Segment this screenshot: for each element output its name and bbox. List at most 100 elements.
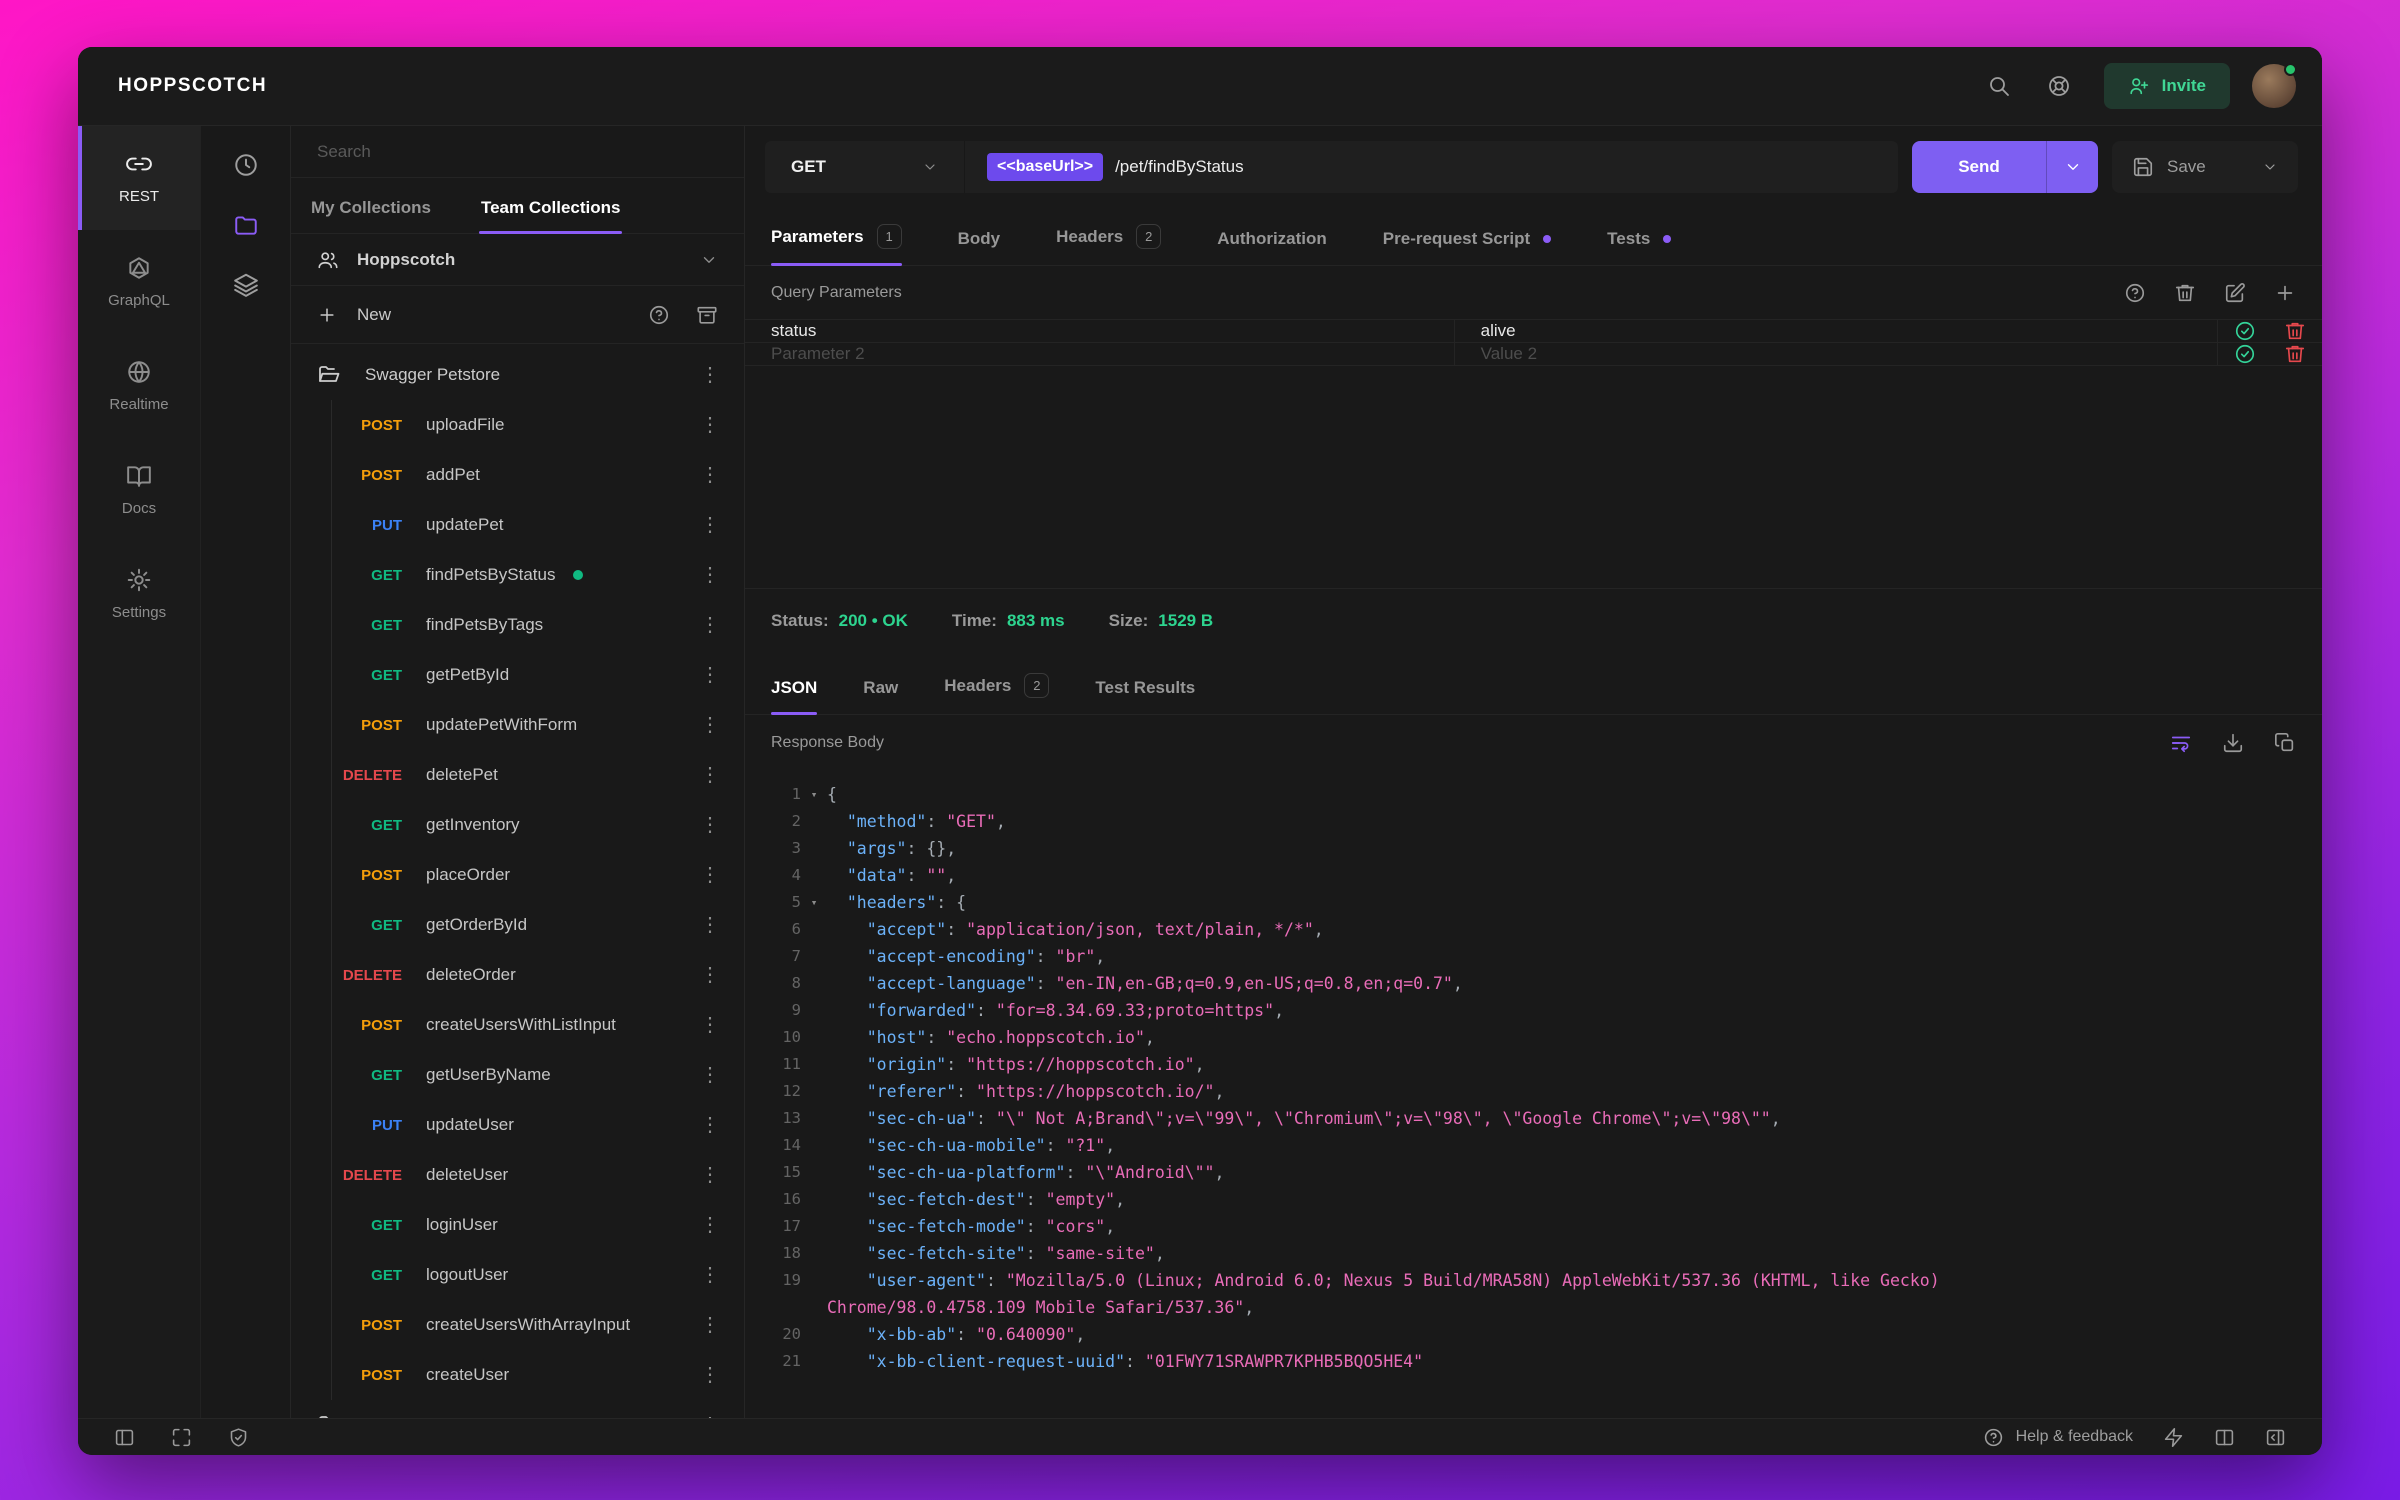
copy-icon[interactable] xyxy=(2274,732,2296,754)
request-item[interactable]: GET logoutUser ⋮ xyxy=(332,1250,744,1300)
search-button[interactable] xyxy=(1976,63,2022,109)
sidebar-item-realtime[interactable]: Realtime xyxy=(78,334,200,438)
response-body-editor[interactable]: 1 ▾{2 "method": "GET", 3 "args": {}, 4 "dat… xyxy=(745,771,2322,1418)
environments-tab[interactable] xyxy=(233,272,259,298)
tab-parameters[interactable]: Parameters 1 xyxy=(771,224,902,266)
request-menu-icon[interactable]: ⋮ xyxy=(700,1065,720,1085)
request-item[interactable]: GET getUserByName ⋮ xyxy=(332,1050,744,1100)
tab-tests[interactable]: Tests xyxy=(1607,229,1672,265)
sidebar-item-docs[interactable]: Docs xyxy=(78,438,200,542)
param-key-input[interactable]: status xyxy=(745,320,1455,342)
help-circle-icon[interactable] xyxy=(648,304,670,326)
request-item[interactable]: DELETE deletePet ⋮ xyxy=(332,750,744,800)
send-options-caret[interactable] xyxy=(2046,141,2098,193)
method-select[interactable]: GET xyxy=(765,141,965,193)
request-item[interactable]: POST updatePetWithForm ⋮ xyxy=(332,700,744,750)
request-item[interactable]: GET getPetById ⋮ xyxy=(332,650,744,700)
tab-pre-request-script[interactable]: Pre-request Script xyxy=(1383,229,1552,265)
response-tab-test-results[interactable]: Test Results xyxy=(1095,678,1195,714)
environment-variable-pill[interactable]: <<baseUrl>> xyxy=(987,153,1104,181)
param-delete-icon[interactable] xyxy=(2284,343,2306,365)
help-feedback-button[interactable]: Help & feedback xyxy=(1983,1427,2133,1448)
request-menu-icon[interactable]: ⋮ xyxy=(700,1115,720,1135)
request-menu-icon[interactable]: ⋮ xyxy=(700,465,720,485)
save-options-caret[interactable] xyxy=(2262,159,2278,175)
request-item[interactable]: GET loginUser ⋮ xyxy=(332,1200,744,1250)
param-value-input[interactable]: alive xyxy=(1455,320,2218,342)
request-menu-icon[interactable]: ⋮ xyxy=(700,915,720,935)
response-tab-headers[interactable]: Headers 2 xyxy=(944,673,1050,714)
sidebar-item-graphql[interactable]: GraphQL xyxy=(78,230,200,334)
sidebar-item-settings[interactable]: Settings xyxy=(78,542,200,646)
download-icon[interactable] xyxy=(2222,732,2244,754)
search-input[interactable] xyxy=(317,141,718,162)
clear-all-icon[interactable] xyxy=(2174,282,2196,304)
request-menu-icon[interactable]: ⋮ xyxy=(700,1315,720,1335)
request-item[interactable]: POST createUsersWithArrayInput ⋮ xyxy=(332,1300,744,1350)
toggle-sidebar-icon[interactable] xyxy=(114,1427,135,1448)
tab-body[interactable]: Body xyxy=(958,229,1001,265)
collection-folder[interactable]: ⋮ xyxy=(291,1400,744,1418)
request-menu-icon[interactable]: ⋮ xyxy=(700,715,720,735)
request-item[interactable]: GET findPetsByTags ⋮ xyxy=(332,600,744,650)
request-item[interactable]: POST placeOrder ⋮ xyxy=(332,850,744,900)
collapse-right-panel-icon[interactable] xyxy=(2265,1427,2286,1448)
expand-icon[interactable] xyxy=(171,1427,192,1448)
request-menu-icon[interactable]: ⋮ xyxy=(700,415,720,435)
response-tab-json[interactable]: JSON xyxy=(771,678,818,715)
request-item[interactable]: DELETE deleteUser ⋮ xyxy=(332,1150,744,1200)
param-active-toggle-icon[interactable] xyxy=(2234,320,2256,342)
request-item[interactable]: PUT updateUser ⋮ xyxy=(332,1100,744,1150)
param-key-input[interactable]: Parameter 2 xyxy=(745,343,1455,365)
request-menu-icon[interactable]: ⋮ xyxy=(700,565,720,585)
request-menu-icon[interactable]: ⋮ xyxy=(700,1215,720,1235)
add-param-icon[interactable] xyxy=(2274,282,2296,304)
avatar[interactable] xyxy=(2252,63,2297,108)
support-button[interactable] xyxy=(2036,63,2082,109)
team-selector[interactable]: Hoppscotch xyxy=(291,234,744,286)
request-menu-icon[interactable]: ⋮ xyxy=(700,615,720,635)
edit-bulk-icon[interactable] xyxy=(2224,282,2246,304)
fold-arrow-icon[interactable]: ▾ xyxy=(801,781,827,808)
param-active-toggle-icon[interactable] xyxy=(2234,343,2256,365)
request-menu-icon[interactable]: ⋮ xyxy=(700,765,720,785)
request-menu-icon[interactable]: ⋮ xyxy=(700,1165,720,1185)
response-tab-raw[interactable]: Raw xyxy=(863,678,898,714)
tab-headers[interactable]: Headers 2 xyxy=(1056,224,1162,265)
request-menu-icon[interactable]: ⋮ xyxy=(700,515,720,535)
request-item[interactable]: PUT updatePet ⋮ xyxy=(332,500,744,550)
request-item[interactable]: GET getInventory ⋮ xyxy=(332,800,744,850)
request-menu-icon[interactable]: ⋮ xyxy=(700,1265,720,1285)
archive-icon[interactable] xyxy=(696,304,718,326)
collection-folder[interactable]: Swagger Petstore ⋮ xyxy=(291,350,744,400)
request-item[interactable]: POST createUsersWithListInput ⋮ xyxy=(332,1000,744,1050)
request-item[interactable]: POST uploadFile ⋮ xyxy=(332,400,744,450)
collections-tab[interactable] xyxy=(233,212,259,238)
request-item[interactable]: POST createUser ⋮ xyxy=(332,1350,744,1400)
request-menu-icon[interactable]: ⋮ xyxy=(700,815,720,835)
new-collection-button[interactable]: New xyxy=(357,305,391,325)
request-item[interactable]: POST addPet ⋮ xyxy=(332,450,744,500)
line-wrap-icon[interactable] xyxy=(2170,732,2192,754)
request-item[interactable]: GET getOrderById ⋮ xyxy=(332,900,744,950)
tab-authorization[interactable]: Authorization xyxy=(1217,229,1327,265)
request-item[interactable]: GET findPetsByStatus ⋮ xyxy=(332,550,744,600)
request-menu-icon[interactable]: ⋮ xyxy=(700,1015,720,1035)
help-circle-icon[interactable] xyxy=(2124,282,2146,304)
column-layout-icon[interactable] xyxy=(2214,1427,2235,1448)
request-item[interactable]: DELETE deleteOrder ⋮ xyxy=(332,950,744,1000)
url-input[interactable]: <<baseUrl>> /pet/findByStatus xyxy=(965,141,1898,193)
interceptor-shield-icon[interactable] xyxy=(228,1427,249,1448)
param-value-input[interactable]: Value 2 xyxy=(1455,343,2218,365)
sidebar-item-rest[interactable]: REST xyxy=(78,126,200,230)
request-menu-icon[interactable]: ⋮ xyxy=(700,1365,720,1385)
fold-arrow-icon[interactable]: ▾ xyxy=(801,889,827,916)
send-button[interactable]: Send xyxy=(1912,141,2098,193)
shortcuts-zap-icon[interactable] xyxy=(2163,1427,2184,1448)
history-tab[interactable] xyxy=(233,152,259,178)
request-menu-icon[interactable]: ⋮ xyxy=(700,865,720,885)
folder-menu-icon[interactable]: ⋮ xyxy=(700,365,720,385)
tab-my-collections[interactable]: My Collections xyxy=(309,198,433,233)
save-button[interactable]: Save xyxy=(2112,141,2298,193)
param-delete-icon[interactable] xyxy=(2284,320,2306,342)
